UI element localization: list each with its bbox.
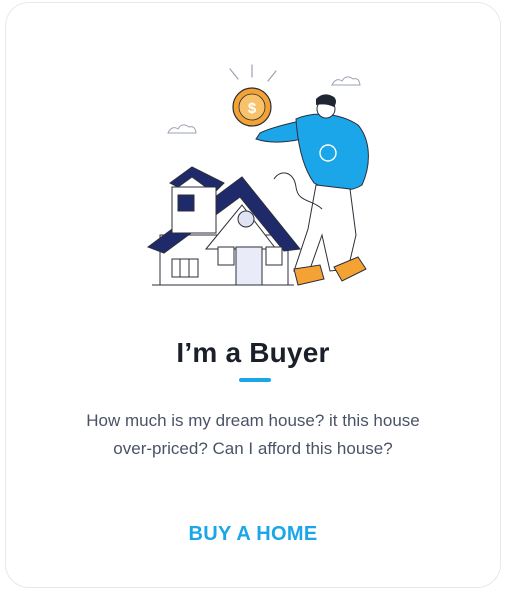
house-icon	[146, 166, 301, 286]
buyer-card: $ I’m a Buyer How much is my dream house…	[5, 2, 501, 588]
card-title: I’m a Buyer	[176, 337, 330, 368]
cloud-icon	[167, 124, 197, 134]
cta-container: BUY A HOME	[6, 523, 500, 546]
svg-text:$: $	[248, 100, 257, 117]
buy-a-home-link[interactable]: BUY A HOME	[189, 523, 318, 546]
description-line-1: How much is my dream house? it this hous…	[86, 411, 420, 430]
sparkle-icon	[229, 64, 277, 82]
buyer-house-illustration: $	[146, 64, 369, 286]
dollar-coin-icon: $	[232, 87, 272, 127]
description-line-2: over-priced? Can I afford this house?	[113, 439, 393, 458]
cloud-icon	[331, 76, 361, 86]
card-description: How much is my dream house? it this hous…	[66, 407, 440, 463]
title-underline	[239, 378, 271, 382]
